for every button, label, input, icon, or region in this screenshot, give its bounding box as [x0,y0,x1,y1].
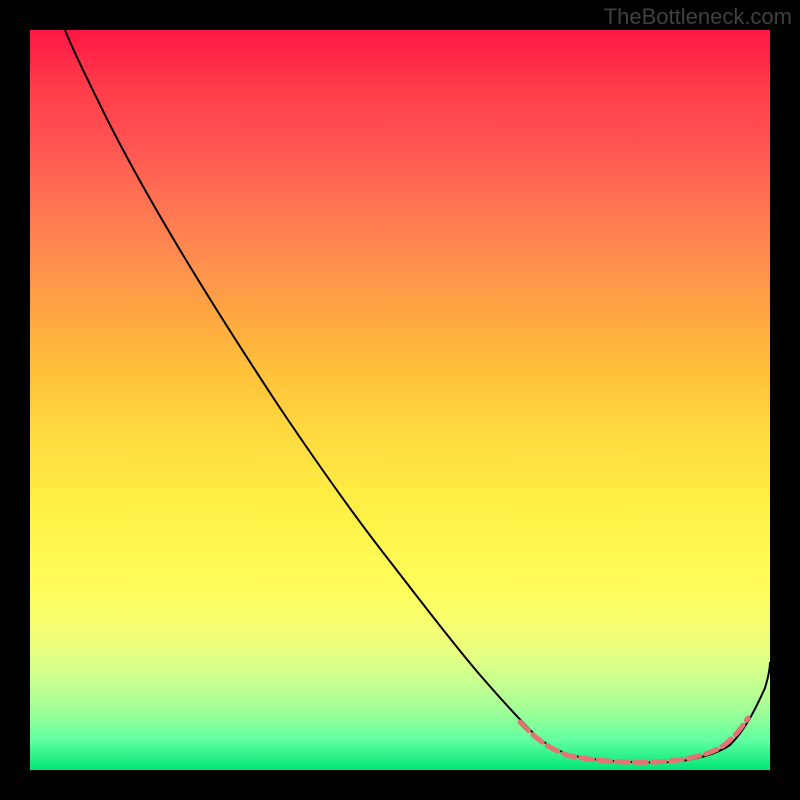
optimal-range-highlight [520,718,748,762]
watermark-text: TheBottleneck.com [604,4,792,30]
chart-svg [30,30,770,770]
bottleneck-curve-line [65,30,770,762]
chart-plot-area [30,30,770,770]
